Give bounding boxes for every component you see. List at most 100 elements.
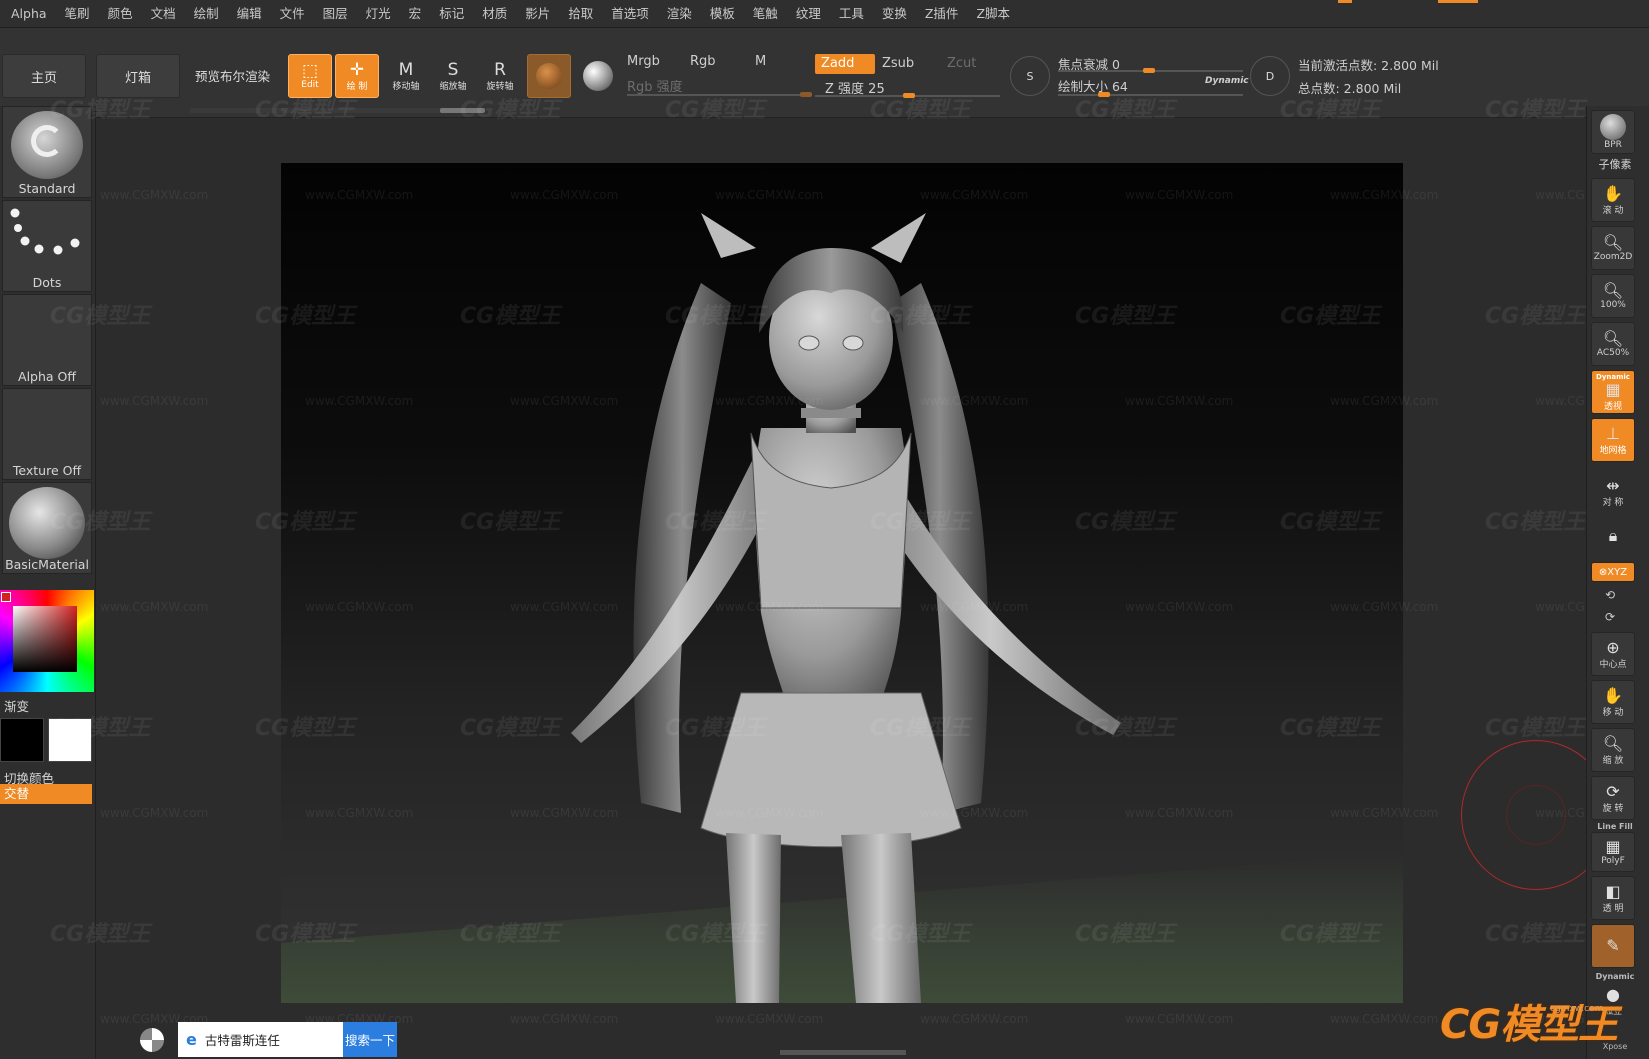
zcut-toggle[interactable]: Zcut: [947, 56, 976, 71]
focal-shift-knob[interactable]: [1143, 68, 1155, 73]
watermark-url: www.CGMXW.com: [1125, 188, 1234, 202]
center-icon: ⊕: [1606, 637, 1620, 657]
menu-item[interactable]: 笔触: [744, 0, 787, 28]
zadd-toggle[interactable]: Zadd: [815, 54, 875, 74]
rotate-view-button[interactable]: ⟳ 旋 转: [1591, 776, 1635, 820]
s-dial-icon: S: [1026, 69, 1034, 83]
watermark-logo: CG模型王: [1280, 510, 1381, 535]
menu-accent-mark: [1338, 0, 1352, 3]
stroke-selector[interactable]: Dots: [2, 200, 92, 292]
perspective-button[interactable]: Dynamic ▦ 透视: [1591, 370, 1635, 414]
sculpt-model[interactable]: [281, 163, 1403, 1003]
watermark-logo: CG模型王: [1485, 510, 1586, 535]
primary-color-swatch[interactable]: [0, 718, 44, 762]
menu-item[interactable]: 宏: [400, 0, 431, 28]
zoom-100-button[interactable]: 🔍︎ 100%: [1591, 274, 1635, 318]
watermark-url: www.CGMXW.com: [715, 600, 824, 614]
watermark-url: www.CGMXW.com: [1330, 394, 1439, 408]
menu-item[interactable]: 颜色: [99, 0, 142, 28]
color-picker[interactable]: [0, 590, 94, 692]
rotate-view-label: 旋 转: [1602, 803, 1624, 814]
scroll-button[interactable]: ✋ 滚 动: [1591, 178, 1635, 222]
document-viewport[interactable]: [281, 163, 1403, 1003]
menu-item[interactable]: 灯光: [357, 0, 400, 28]
menu-item[interactable]: Alpha: [2, 0, 56, 28]
move-view-button[interactable]: ✋ 移 动: [1591, 680, 1635, 724]
zsub-toggle[interactable]: Zsub: [882, 56, 914, 71]
pinwheel-icon[interactable]: [140, 1028, 164, 1052]
menu-item[interactable]: 纹理: [787, 0, 830, 28]
menu-item[interactable]: 标记: [430, 0, 473, 28]
menu-item[interactable]: 模板: [701, 0, 744, 28]
menu-item[interactable]: 拾取: [559, 0, 602, 28]
dynamic-solo-label: Dynamic: [1595, 972, 1635, 981]
watermark-logo: CG模型王: [1075, 922, 1176, 947]
watermark-logo: CG模型王: [870, 98, 971, 123]
bpr-label: BPR: [1604, 140, 1622, 150]
floor-grid-button[interactable]: ⊥ 地网格: [1591, 418, 1635, 462]
menu-item[interactable]: Z脚本: [967, 0, 1019, 28]
menu-item[interactable]: 笔刷: [56, 0, 99, 28]
watermark-logo: CG模型王: [1280, 304, 1381, 329]
transparent-button[interactable]: ◧ 透 明: [1591, 876, 1635, 920]
menu-item[interactable]: 首选项: [602, 0, 658, 28]
color-picker-square[interactable]: [13, 606, 77, 672]
watermark-logo: CG模型王: [1485, 304, 1586, 329]
watermark-logo: CG模型王: [460, 716, 561, 741]
watermark-url: www.CGMXW.com: [305, 806, 414, 820]
menu-item[interactable]: 文档: [142, 0, 185, 28]
menu-item[interactable]: 绘制: [185, 0, 228, 28]
ac50-button[interactable]: 🔍︎ AC50%: [1591, 322, 1635, 366]
m-toggle[interactable]: M: [755, 54, 766, 69]
spotlight-d-button[interactable]: D: [1250, 56, 1290, 96]
texture-selector[interactable]: Texture Off: [2, 388, 92, 480]
rgb-toggle[interactable]: Rgb: [690, 54, 716, 69]
floor-icon: ⊥: [1606, 423, 1620, 443]
menu-item[interactable]: 编辑: [228, 0, 271, 28]
scroll-label: 滚 动: [1602, 205, 1624, 216]
watermark-url: www.CGMXW.com: [100, 188, 209, 202]
move-gizmo-button[interactable]: M 移动轴: [384, 54, 428, 98]
color-sphere-button[interactable]: [578, 56, 618, 96]
watermark-logo: CG模型王: [1280, 98, 1381, 123]
menu-item[interactable]: 变换: [873, 0, 916, 28]
rgb-intensity-knob[interactable]: [800, 92, 812, 97]
watermark-url: www.CGMXW.com: [510, 188, 619, 202]
menu-item[interactable]: 渲染: [658, 0, 701, 28]
watermark-logo: CG模型王: [1485, 716, 1586, 741]
xyz-rotate-button[interactable]: ⊗XYZ: [1591, 562, 1635, 582]
rotate-z-icon[interactable]: ⟳: [1605, 610, 1615, 624]
menu-item[interactable]: 影片: [516, 0, 559, 28]
watermark-url: www.CGMXW.com: [920, 394, 1029, 408]
watermark-url: www.CGMXW.com: [715, 1012, 824, 1026]
linefill-label: Line Fill: [1597, 822, 1633, 831]
menu-item[interactable]: 工具: [830, 0, 873, 28]
dynamic-size-toggle[interactable]: Dynamic: [1205, 76, 1249, 86]
transparent-icon: ◧: [1605, 881, 1621, 901]
alternate-button[interactable]: 交替: [0, 784, 92, 804]
menu-item[interactable]: 文件: [271, 0, 314, 28]
bottom-scroll-handle[interactable]: [780, 1050, 906, 1055]
center-point-button[interactable]: ⊕ 中心点: [1591, 632, 1635, 676]
zoom2d-button[interactable]: 🔍︎ Zoom2D: [1591, 226, 1635, 270]
preview-bool-render-button[interactable]: 预览布尔渲染: [195, 66, 270, 85]
mrgb-toggle[interactable]: Mrgb: [627, 54, 660, 69]
menu-item[interactable]: Z插件: [916, 0, 968, 28]
zoom-view-label: 缩 放: [1602, 755, 1624, 766]
menu-item[interactable]: 材质: [473, 0, 516, 28]
lock-button[interactable]: 🔒︎: [1591, 514, 1635, 558]
watermark-logo: CG模型王: [255, 304, 356, 329]
menu-item[interactable]: 图层: [314, 0, 357, 28]
watermark-logo: CG模型王: [870, 922, 971, 947]
polyframe-button[interactable]: ▦ PolyF: [1591, 832, 1635, 872]
symmetry-button[interactable]: ⇹ 对 称: [1591, 470, 1635, 514]
ghost-button[interactable]: ✎: [1591, 924, 1635, 968]
bpr-render-button[interactable]: BPR: [1591, 110, 1635, 154]
watermark-url: www.CGMXW.com: [510, 1012, 619, 1026]
browser-search-input[interactable]: e 古特雷斯连任: [178, 1022, 343, 1057]
watermark-logo: CG模型王: [255, 98, 356, 123]
zoom-view-button[interactable]: 🔍︎ 缩 放: [1591, 728, 1635, 772]
rotate-y-icon[interactable]: ⟲: [1605, 588, 1615, 602]
search-button[interactable]: 搜索一下: [343, 1022, 397, 1057]
spotlight-s-button[interactable]: S: [1010, 56, 1050, 96]
